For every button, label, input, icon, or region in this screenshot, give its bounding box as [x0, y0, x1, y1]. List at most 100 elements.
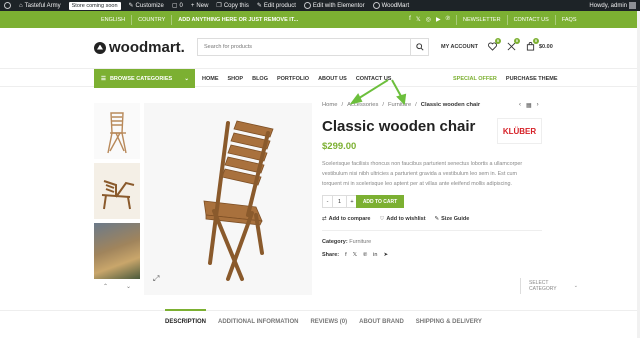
howdy-label: Howdy, admin	[589, 2, 627, 9]
customize-menu[interactable]: ✎ Customize	[125, 0, 168, 11]
quantity-stepper: - 1 +	[322, 195, 358, 208]
chevron-down-icon[interactable]: ⌄	[126, 283, 131, 290]
facebook-icon[interactable]: f	[409, 16, 411, 23]
add-to-wishlist-link[interactable]: ♡ Add to wishlist	[379, 216, 425, 222]
tab-about-brand[interactable]: ABOUT BRAND	[359, 319, 404, 325]
tab-shipping-delivery[interactable]: SHIPPING & DELIVERY	[416, 319, 482, 325]
cart-total: $0.00	[538, 43, 553, 50]
tab-reviews[interactable]: REVIEWS (0)	[310, 319, 347, 325]
breadcrumb-separator: /	[341, 102, 344, 108]
size-guide-label: Size Guide	[441, 216, 470, 222]
woodmart-icon	[372, 2, 380, 9]
grid-icon[interactable]: ▦	[526, 102, 532, 109]
menu-item-portfolio[interactable]: PORTFOLIO	[277, 76, 309, 82]
breadcrumb-separator: /	[415, 102, 417, 108]
telegram-icon[interactable]: ➤	[383, 252, 388, 258]
chevron-left-icon[interactable]: ‹	[519, 102, 521, 109]
pinterest-icon[interactable]: ℗	[363, 252, 367, 258]
comments-menu[interactable]: ▢ 0	[168, 0, 187, 11]
site-logo[interactable]: woodmart.	[94, 39, 185, 56]
lounge-chair-thumbnail-image	[101, 180, 135, 210]
chevron-right-icon[interactable]: ›	[537, 102, 539, 109]
quantity-minus-button[interactable]: -	[323, 196, 333, 207]
chevron-up-icon[interactable]: ⌃	[103, 283, 108, 290]
cart-button[interactable]: 0 $0.00	[526, 38, 553, 51]
x-twitter-icon[interactable]: 𝕏	[353, 252, 357, 258]
plus-icon: +	[190, 2, 195, 9]
add-to-cart-button[interactable]: ADD TO CART	[356, 195, 404, 208]
breadcrumb-furniture[interactable]: Furniture	[388, 102, 411, 108]
woodmart-label: WoodMart	[381, 2, 410, 9]
menu-item-blog[interactable]: BLOG	[252, 76, 268, 82]
wp-logo-menu[interactable]	[0, 0, 15, 11]
purchase-theme-link[interactable]: PURCHASE THEME	[506, 76, 558, 82]
breadcrumb-current: Classic wooden chair	[420, 102, 481, 108]
wishlist-button[interactable]: 0	[488, 38, 501, 51]
menu-icon: ☰	[101, 75, 106, 82]
quantity-input[interactable]: 1	[333, 196, 347, 207]
country-selector[interactable]: COUNTRY	[132, 17, 171, 23]
wishlist-count: 0	[494, 38, 501, 44]
thumbnail-3[interactable]	[94, 223, 140, 279]
site-name-menu[interactable]: ⌂ Tasteful Army	[15, 0, 65, 11]
my-account-menu[interactable]: Howdy, admin	[585, 0, 640, 11]
breadcrumb-accessories[interactable]: Accessories	[347, 102, 378, 108]
new-content-menu[interactable]: + New	[187, 0, 213, 11]
instagram-icon[interactable]: ◎	[426, 16, 431, 23]
product-thumbnails	[94, 103, 140, 283]
tab-description[interactable]: DESCRIPTION	[165, 309, 207, 325]
pinterest-icon[interactable]: ℗	[446, 16, 450, 23]
breadcrumb-home[interactable]: Home	[322, 102, 337, 108]
contact-link[interactable]: CONTACT US	[508, 17, 555, 23]
search-input[interactable]: Search for products	[198, 44, 410, 50]
my-account-link[interactable]: MY ACCOUNT	[441, 44, 478, 50]
product-navigation: ‹ ▦ ›	[519, 102, 539, 109]
faqs-link[interactable]: FAQS	[556, 17, 583, 23]
secondary-menu: SPECIAL OFFER PURCHASE THEME	[453, 69, 558, 88]
copy-this-menu[interactable]: ❐ Copy this	[212, 0, 252, 11]
thumbnail-2[interactable]	[94, 163, 140, 219]
menu-item-about-us[interactable]: ABOUT US	[318, 76, 347, 82]
edit-product-menu[interactable]: ✎ Edit product	[253, 0, 300, 11]
breadcrumb: Home / Accessories / Furniture / Classic…	[322, 102, 480, 108]
brand-logo[interactable]: KLÜBER	[497, 118, 542, 144]
comments-count: 0	[179, 2, 183, 9]
menu-item-home[interactable]: HOME	[202, 76, 219, 82]
tab-additional-information[interactable]: ADDITIONAL INFORMATION	[218, 319, 298, 325]
search-icon	[415, 43, 424, 51]
facebook-icon[interactable]: f	[345, 252, 347, 258]
thumbnail-arrows: ⌃ ⌄	[94, 283, 140, 290]
category-select[interactable]: SELECT CATEGORY ⌄	[520, 278, 586, 294]
newsletter-link[interactable]: NEWSLETTER	[457, 17, 507, 23]
special-offer-link[interactable]: SPECIAL OFFER	[453, 76, 497, 82]
search-button[interactable]	[410, 39, 428, 55]
zoom-icon[interactable]: ⤢	[153, 274, 163, 284]
x-twitter-icon[interactable]: 𝕏	[416, 16, 421, 23]
compare-button[interactable]: 0	[507, 38, 520, 51]
woodmart-menu[interactable]: WoodMart	[369, 0, 414, 11]
linkedin-icon[interactable]: in	[373, 252, 377, 258]
coming-soon-badge[interactable]: Store coming soon	[65, 0, 125, 11]
logo-icon	[94, 41, 106, 54]
comment-icon: ▢	[171, 3, 178, 9]
avatar	[629, 2, 636, 9]
logo-text: woodmart.	[109, 39, 185, 56]
browse-categories-button[interactable]: ☰ BROWSE CATEGORIES ⌄	[94, 69, 195, 88]
product-tabs: DESCRIPTION ADDITIONAL INFORMATION REVIE…	[165, 309, 482, 325]
menu-item-shop[interactable]: SHOP	[228, 76, 244, 82]
thumbnail-1[interactable]	[94, 103, 140, 159]
category-label: Category:	[322, 239, 348, 245]
youtube-icon[interactable]: ▶	[436, 16, 441, 23]
share-links: Share: f 𝕏 ℗ in ➤	[322, 252, 388, 258]
product-title: Classic wooden chair	[322, 118, 476, 135]
category-link[interactable]: Furniture	[349, 239, 371, 245]
copy-icon: ❐	[216, 3, 222, 9]
add-to-compare-link[interactable]: ⇄ Add to compare	[322, 216, 370, 222]
pencil-icon: ✎	[256, 3, 262, 9]
size-guide-link[interactable]: ✎ Size Guide	[435, 216, 470, 222]
main-product-image[interactable]: ⤢	[144, 103, 312, 295]
elementor-menu[interactable]: Edit with Elementor	[300, 0, 369, 11]
menu-item-contact-us[interactable]: CONTACT US	[356, 76, 392, 82]
language-selector[interactable]: ENGLISH	[95, 17, 131, 23]
brush-icon: ✎	[128, 3, 134, 9]
